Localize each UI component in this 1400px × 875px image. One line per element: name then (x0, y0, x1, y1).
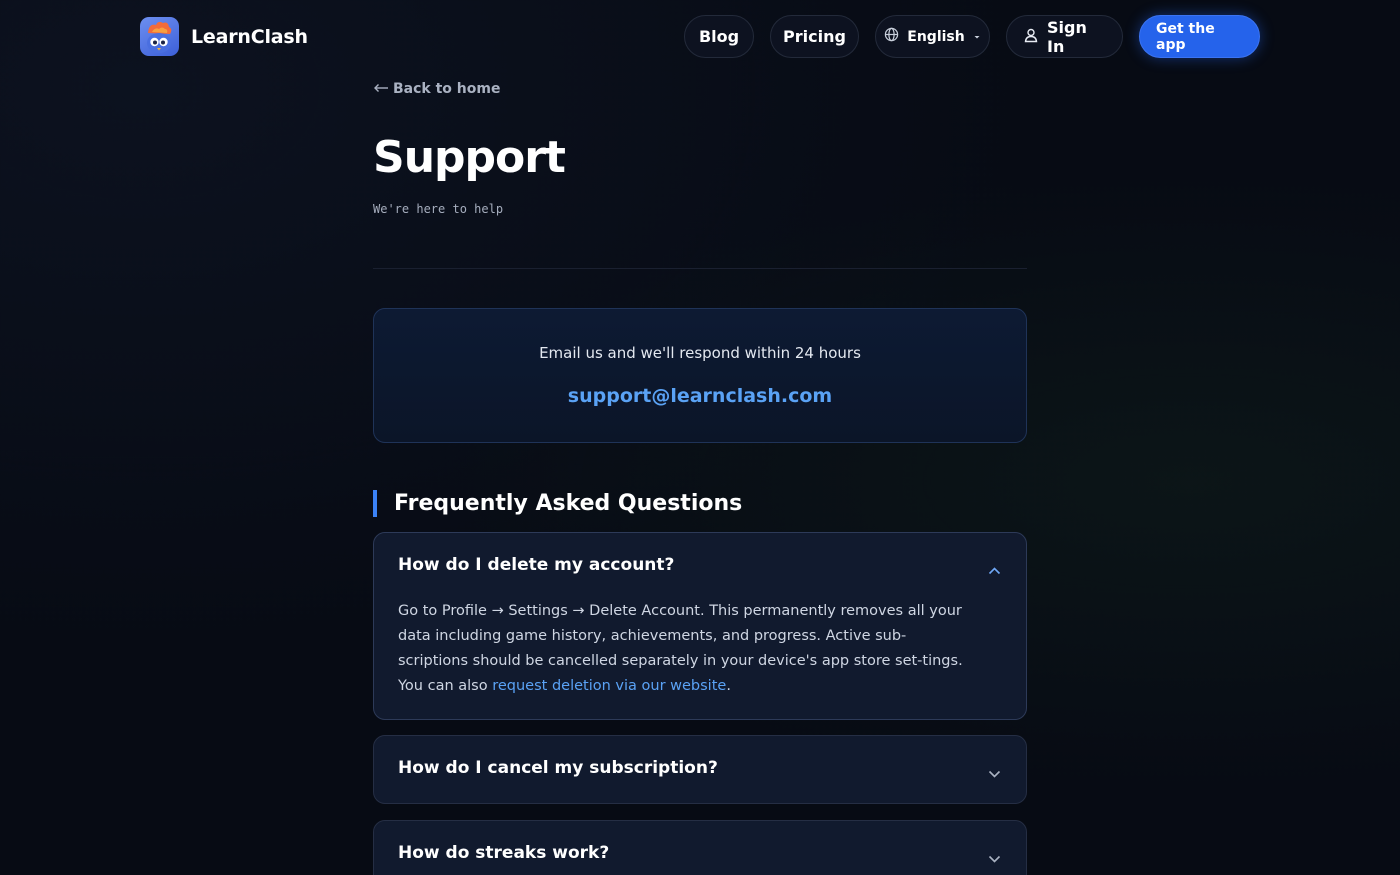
section-divider (373, 268, 1027, 269)
faq-question[interactable]: How do streaks work? (398, 843, 609, 863)
chevron-down-icon[interactable] (988, 848, 1001, 867)
language-label: English (907, 28, 965, 45)
faq-question[interactable]: How do I delete my account? (398, 555, 674, 575)
request-deletion-link[interactable]: request deletion via our website (492, 678, 726, 694)
faq-answer: Go to Profile → Settings → Delete Accoun… (398, 599, 964, 699)
sign-in-label: Sign In (1047, 17, 1087, 56)
nav-pricing-link[interactable]: Pricing (770, 15, 859, 58)
page-subtitle: We're here to help (373, 202, 504, 216)
sign-in-button[interactable]: Sign In (1006, 15, 1123, 58)
faq-item-streaks[interactable]: How do streaks work? (373, 820, 1027, 875)
brand-name: LearnClash (191, 25, 308, 48)
arrow-left-icon (373, 81, 389, 97)
back-to-home-label: Back to home (393, 81, 501, 97)
learnclash-logo-icon (140, 17, 179, 56)
faq-item-cancel-subscription[interactable]: How do I cancel my subscription? (373, 735, 1027, 804)
top-nav: Blog Pricing English Sign In Get the app (684, 15, 1260, 58)
faq-answer-end: . (726, 678, 731, 694)
chevron-down-icon[interactable] (988, 763, 1001, 782)
chevron-up-icon[interactable] (988, 560, 1001, 579)
user-icon (1023, 27, 1039, 47)
faq-question[interactable]: How do I cancel my subscription? (398, 758, 718, 778)
page-title: Support (373, 132, 566, 183)
faq-heading: Frequently Asked Questions (373, 490, 742, 517)
support-email-link[interactable]: support@learnclash.com (374, 385, 1026, 407)
language-selector[interactable]: English (875, 15, 990, 58)
contact-card: Email us and we'll respond within 24 hou… (373, 308, 1027, 443)
caret-down-icon (973, 29, 981, 45)
brand-logo-link[interactable]: LearnClash (140, 17, 308, 56)
get-the-app-button[interactable]: Get the app (1139, 15, 1260, 58)
globe-icon (884, 27, 899, 46)
faq-item-delete-account: How do I delete my account? Go to Profil… (373, 532, 1027, 720)
contact-description: Email us and we'll respond within 24 hou… (539, 344, 861, 362)
nav-blog-link[interactable]: Blog (684, 15, 754, 58)
back-to-home-link[interactable]: Back to home (373, 81, 500, 97)
